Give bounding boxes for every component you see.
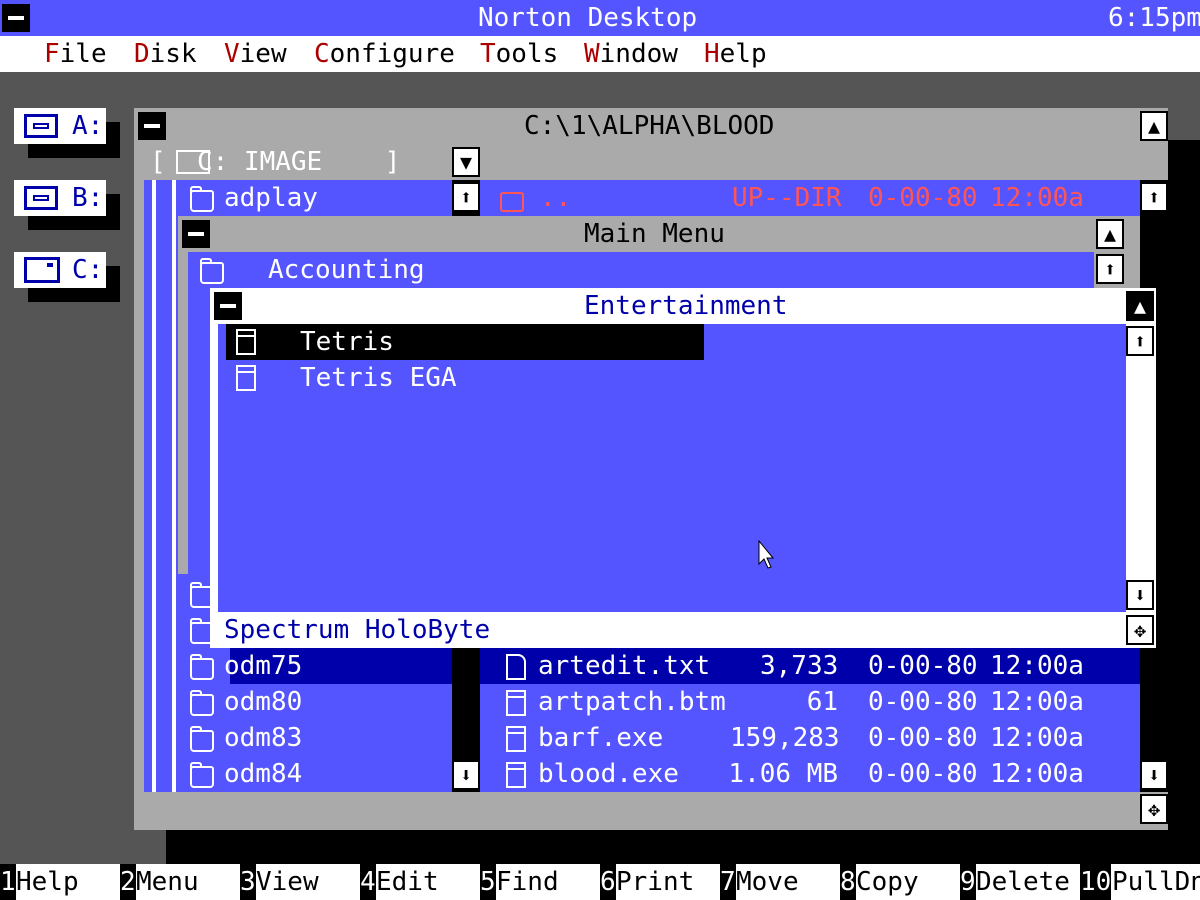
menu-disk[interactable]: Disk	[134, 36, 197, 72]
program-item[interactable]: Tetris EGA	[300, 360, 457, 396]
maximize-icon[interactable]: ▲	[1096, 219, 1124, 249]
file-scroll-down-icon[interactable]: ⬇	[1140, 760, 1168, 790]
folder-icon	[190, 726, 214, 752]
status-line: Spectrum HoloByte	[224, 615, 491, 645]
file-time: 12:00a	[990, 723, 1084, 753]
maximize-icon[interactable]: ▲	[1126, 291, 1154, 321]
entertainment-scrollbar[interactable]	[1126, 324, 1156, 612]
entertainment-list[interactable]: Tetris Tetris EGA	[218, 324, 1126, 612]
updir-date: 0-00-80	[868, 183, 978, 213]
exec-file-icon	[506, 726, 526, 752]
folder-icon	[190, 186, 214, 212]
entertainment-scroll-down-icon[interactable]: ⬇	[1126, 580, 1154, 610]
drive-selector-hd-icon	[176, 150, 210, 174]
menu-configure[interactable]: Configure	[314, 36, 455, 72]
tree-item[interactable]: odm75	[224, 648, 302, 684]
menu-file[interactable]: File	[44, 36, 107, 72]
folder-icon	[190, 762, 214, 788]
tree-scroll-up-icon[interactable]: ⬆	[452, 182, 480, 212]
folder-icon	[190, 654, 214, 680]
program-item[interactable]: Tetris	[300, 324, 394, 360]
file-name[interactable]: blood.exe	[538, 756, 679, 792]
hard-disk-icon	[24, 257, 60, 283]
menu-help[interactable]: Help	[704, 36, 767, 72]
drive-dropdown-icon[interactable]: ▼	[452, 147, 480, 177]
tree-item[interactable]: odm83	[224, 720, 302, 756]
window-control-icon[interactable]	[214, 292, 242, 320]
menu-bar: File Disk View Configure Tools Window He…	[0, 36, 1200, 72]
resize-icon[interactable]: ✥	[1140, 794, 1168, 824]
menu-view[interactable]: View	[224, 36, 287, 72]
drive-a-icon[interactable]: A:	[14, 108, 106, 144]
program-icon	[236, 329, 256, 355]
drive-c-icon[interactable]: C:	[14, 252, 106, 288]
exec-file-icon	[506, 762, 526, 788]
clock: 6:15pm	[1108, 3, 1200, 33]
file-size: 159,283	[730, 723, 840, 753]
entertainment-title: Entertainment	[584, 291, 788, 321]
entertainment-window: Entertainment ▲ Tetris Tetris EGA ⬆ ⬇ Sp…	[210, 288, 1156, 648]
floppy-icon	[24, 186, 58, 210]
file-size: 1.06 MB	[728, 759, 838, 789]
program-icon	[236, 365, 256, 391]
menu-tools[interactable]: Tools	[480, 36, 558, 72]
file-size: 3,733	[760, 651, 839, 681]
drive-b-label: B:	[72, 183, 104, 213]
maximize-icon[interactable]: ▲	[1140, 111, 1168, 141]
file-time: 12:00a	[990, 759, 1084, 789]
entertainment-scroll-up-icon[interactable]: ⬆	[1126, 326, 1154, 356]
selected-item-highlight	[226, 324, 704, 360]
file-size: 61	[806, 687, 838, 717]
tree-item[interactable]: odm84	[224, 756, 302, 792]
file-time: 12:00a	[990, 687, 1084, 717]
updir-time: 12:00a	[990, 183, 1084, 213]
file-name[interactable]: artedit.txt	[538, 648, 710, 684]
folder-icon	[200, 258, 224, 284]
tree-item[interactable]: odm80	[224, 684, 302, 720]
updir-type: UP--DIR	[732, 183, 842, 213]
text-file-icon	[506, 654, 526, 680]
folder-up-icon	[500, 192, 524, 212]
app-title: Norton Desktop	[478, 3, 698, 33]
file-name[interactable]: barf.exe	[538, 720, 663, 756]
drive-a-label: A:	[72, 111, 104, 141]
window-control-icon[interactable]	[182, 220, 210, 248]
file-date: 0-00-80	[868, 651, 978, 681]
file-time: 12:00a	[990, 651, 1084, 681]
mouse-pointer-icon	[758, 540, 774, 569]
resize-icon[interactable]: ✥	[1126, 615, 1154, 645]
file-scroll-up-icon[interactable]: ⬆	[1140, 182, 1168, 212]
menu-window[interactable]: Window	[584, 36, 678, 72]
file-date: 0-00-80	[868, 759, 978, 789]
main-menu-scroll-up-icon[interactable]: ⬆	[1096, 254, 1124, 284]
file-date: 0-00-80	[868, 723, 978, 753]
tree-item[interactable]: adplay	[224, 180, 318, 216]
file-window-path: C:\1\ALPHA\BLOOD	[524, 111, 775, 141]
tree-scroll-down-icon[interactable]: ⬇	[452, 760, 480, 790]
folder-icon	[190, 690, 214, 716]
updir-name[interactable]: ..	[540, 180, 571, 216]
system-menu-icon[interactable]	[2, 4, 30, 32]
drive-c-label: C:	[72, 255, 104, 285]
floppy-icon	[24, 114, 58, 138]
main-menu-item[interactable]: Accounting	[268, 252, 425, 288]
exec-file-icon	[506, 690, 526, 716]
file-name[interactable]: artpatch.btm	[538, 684, 726, 720]
window-control-icon[interactable]	[138, 112, 166, 140]
file-date: 0-00-80	[868, 687, 978, 717]
main-menu-title: Main Menu	[584, 219, 725, 249]
drive-b-icon[interactable]: B:	[14, 180, 106, 216]
title-bar: Norton Desktop 6:15pm	[0, 0, 1200, 36]
